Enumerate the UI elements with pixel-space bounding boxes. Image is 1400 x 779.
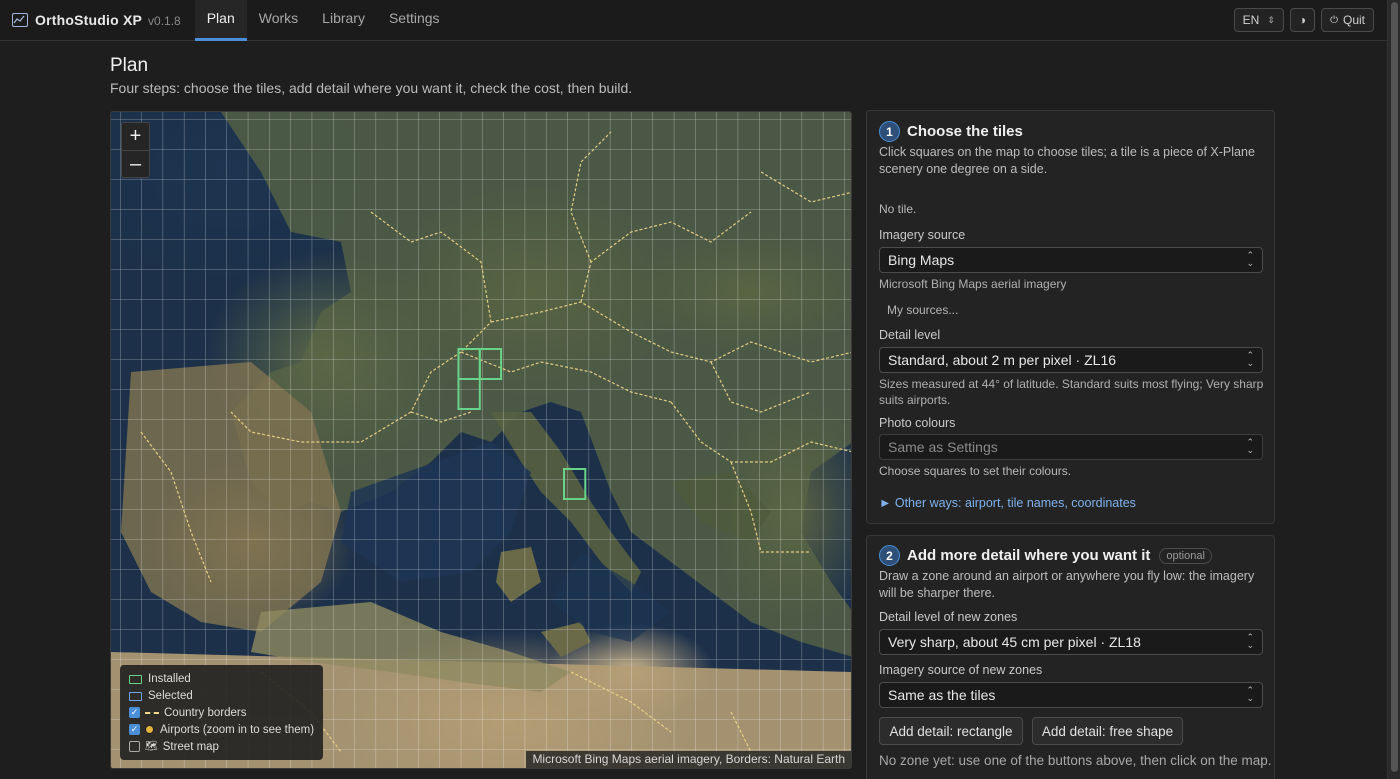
map-attribution: Microsoft Bing Maps aerial imagery, Bord… xyxy=(526,751,851,768)
street-map-label: Street map xyxy=(162,740,219,753)
photo-colours-hint: Choose squares to set their colours. xyxy=(879,464,1072,478)
map-icon: 🗺 xyxy=(145,741,158,753)
border-line-icon xyxy=(145,711,159,714)
airports-label: Airports (zoom in to see them) xyxy=(160,723,315,736)
tab-library[interactable]: Library xyxy=(310,0,377,41)
step2-description: Draw a zone around an airport or anywher… xyxy=(879,569,1255,600)
optional-badge: optional xyxy=(1159,547,1212,564)
layer-airports[interactable]: ✓ Airports (zoom in to see them) xyxy=(129,721,315,738)
page-subtitle: Four steps: choose the tiles, add detail… xyxy=(110,80,633,96)
map-legend: Installed Selected ✓ Country borders ✓ A… xyxy=(120,665,323,760)
airport-marker-icon xyxy=(145,725,154,735)
imagery-source-hint: Microsoft Bing Maps aerial imagery xyxy=(879,277,1067,291)
language-select[interactable]: EN ⇕ xyxy=(1233,8,1284,32)
tile-selection-status: No tile. xyxy=(879,202,917,216)
legend-selected-label: Selected xyxy=(148,690,193,703)
step2-title: Add more detail where you want it xyxy=(907,547,1151,564)
contrast-icon: ◑ xyxy=(1298,13,1307,27)
zone-status: No zone yet: use one of the buttons abov… xyxy=(879,753,1272,768)
tab-works[interactable]: Works xyxy=(247,0,310,41)
legend-selected: Selected xyxy=(129,688,315,705)
tab-settings[interactable]: Settings xyxy=(377,0,452,41)
step2-panel: 2 Add more detail where you want it opti… xyxy=(866,535,1275,779)
photo-colours-label: Photo colours xyxy=(879,416,956,430)
quit-button[interactable]: ⏻ Quit xyxy=(1321,8,1374,32)
legend-installed: Installed xyxy=(129,671,315,688)
imagery-source-value: Bing Maps xyxy=(888,252,955,268)
power-icon: ⏻ xyxy=(1330,14,1338,26)
detail-level-value: Standard, about 2 m per pixel · ZL16 xyxy=(888,352,1117,368)
step1-description: Click squares on the map to choose tiles… xyxy=(879,145,1255,176)
theme-toggle-button[interactable]: ◑ xyxy=(1289,8,1316,32)
step1-panel: 1 Choose the tiles Click squares on the … xyxy=(866,110,1275,524)
zone-imagery-source-label: Imagery source of new zones xyxy=(879,663,1043,677)
brand: OrthoStudio XP v0.1.8 xyxy=(12,12,181,28)
scrollbar-thumb[interactable] xyxy=(1391,2,1398,772)
legend-installed-label: Installed xyxy=(148,673,191,686)
select-arrows-icon: ⌃ ⌄ xyxy=(1246,632,1254,650)
layer-street-map[interactable]: 🗺 Street map xyxy=(129,738,315,755)
language-value: EN xyxy=(1242,13,1260,27)
layer-country-borders[interactable]: ✓ Country borders xyxy=(129,705,315,722)
select-arrows-icon: ⌃ ⌄ xyxy=(1246,250,1254,268)
imagery-source-select[interactable]: Bing Maps ⌃ ⌄ xyxy=(879,247,1263,273)
zone-imagery-source-select[interactable]: Same as the tiles ⌃ ⌄ xyxy=(879,682,1263,708)
select-arrows-icon: ⌃ ⌄ xyxy=(1246,437,1254,455)
page-scrollbar[interactable] xyxy=(1387,0,1400,779)
detail-level-hint: Sizes measured at 44° of latitude. Stand… xyxy=(879,377,1264,407)
app-logo-icon xyxy=(12,13,28,27)
zone-imagery-source-value: Same as the tiles xyxy=(888,687,996,703)
zoom-control: + – xyxy=(121,122,150,178)
tab-plan[interactable]: Plan xyxy=(194,0,247,41)
tile-map[interactable]: + – Installed Selected ✓ Country borders… xyxy=(110,111,852,769)
airports-checkbox[interactable]: ✓ xyxy=(129,724,140,736)
zoom-in-button[interactable]: + xyxy=(122,123,149,150)
zone-detail-level-select[interactable]: Very sharp, about 45 cm per pixel · ZL18… xyxy=(879,629,1263,655)
zone-detail-level-value: Very sharp, about 45 cm per pixel · ZL18 xyxy=(888,634,1141,650)
top-bar: OrthoStudio XP v0.1.8 Plan Works Library… xyxy=(0,0,1387,41)
detail-level-label: Detail level xyxy=(879,328,941,342)
step1-number: 1 xyxy=(879,121,900,142)
quit-label: Quit xyxy=(1342,13,1365,27)
step2-number: 2 xyxy=(879,545,900,566)
add-free-shape-button[interactable]: Add detail: free shape xyxy=(1032,717,1183,745)
step1-header: 1 Choose the tiles xyxy=(879,121,1023,142)
step1-title: Choose the tiles xyxy=(907,123,1023,140)
detail-level-select[interactable]: Standard, about 2 m per pixel · ZL16 ⌃ ⌄ xyxy=(879,347,1263,373)
photo-colours-value: Same as Settings xyxy=(888,439,998,455)
step2-header: 2 Add more detail where you want it opti… xyxy=(879,545,1212,566)
app-version: v0.1.8 xyxy=(148,14,181,28)
page-title: Plan xyxy=(110,55,149,76)
selected-swatch xyxy=(129,691,142,701)
my-sources-button[interactable]: My sources... xyxy=(879,301,966,319)
add-rectangle-button[interactable]: Add detail: rectangle xyxy=(879,717,1023,745)
country-borders-label: Country borders xyxy=(164,706,247,719)
imagery-source-label: Imagery source xyxy=(879,228,966,242)
app-name: OrthoStudio XP xyxy=(35,12,143,28)
installed-swatch xyxy=(129,674,142,684)
zoom-out-button[interactable]: – xyxy=(122,150,149,177)
main-nav: Plan Works Library Settings xyxy=(194,0,452,41)
zone-detail-level-label: Detail level of new zones xyxy=(879,610,1018,624)
photo-colours-select[interactable]: Same as Settings ⌃ ⌄ xyxy=(879,434,1263,460)
select-arrows-icon: ⌃ ⌄ xyxy=(1246,685,1254,703)
select-arrows-icon: ⌃ ⌄ xyxy=(1246,350,1254,368)
other-ways-link[interactable]: ► Other ways: airport, tile names, coord… xyxy=(879,496,1136,510)
top-right-controls: EN ⇕ ◑ ⏻ Quit xyxy=(1233,8,1374,32)
street-map-checkbox[interactable] xyxy=(129,741,140,753)
country-borders-checkbox[interactable]: ✓ xyxy=(129,707,140,719)
updown-icon: ⇕ xyxy=(1267,14,1275,25)
